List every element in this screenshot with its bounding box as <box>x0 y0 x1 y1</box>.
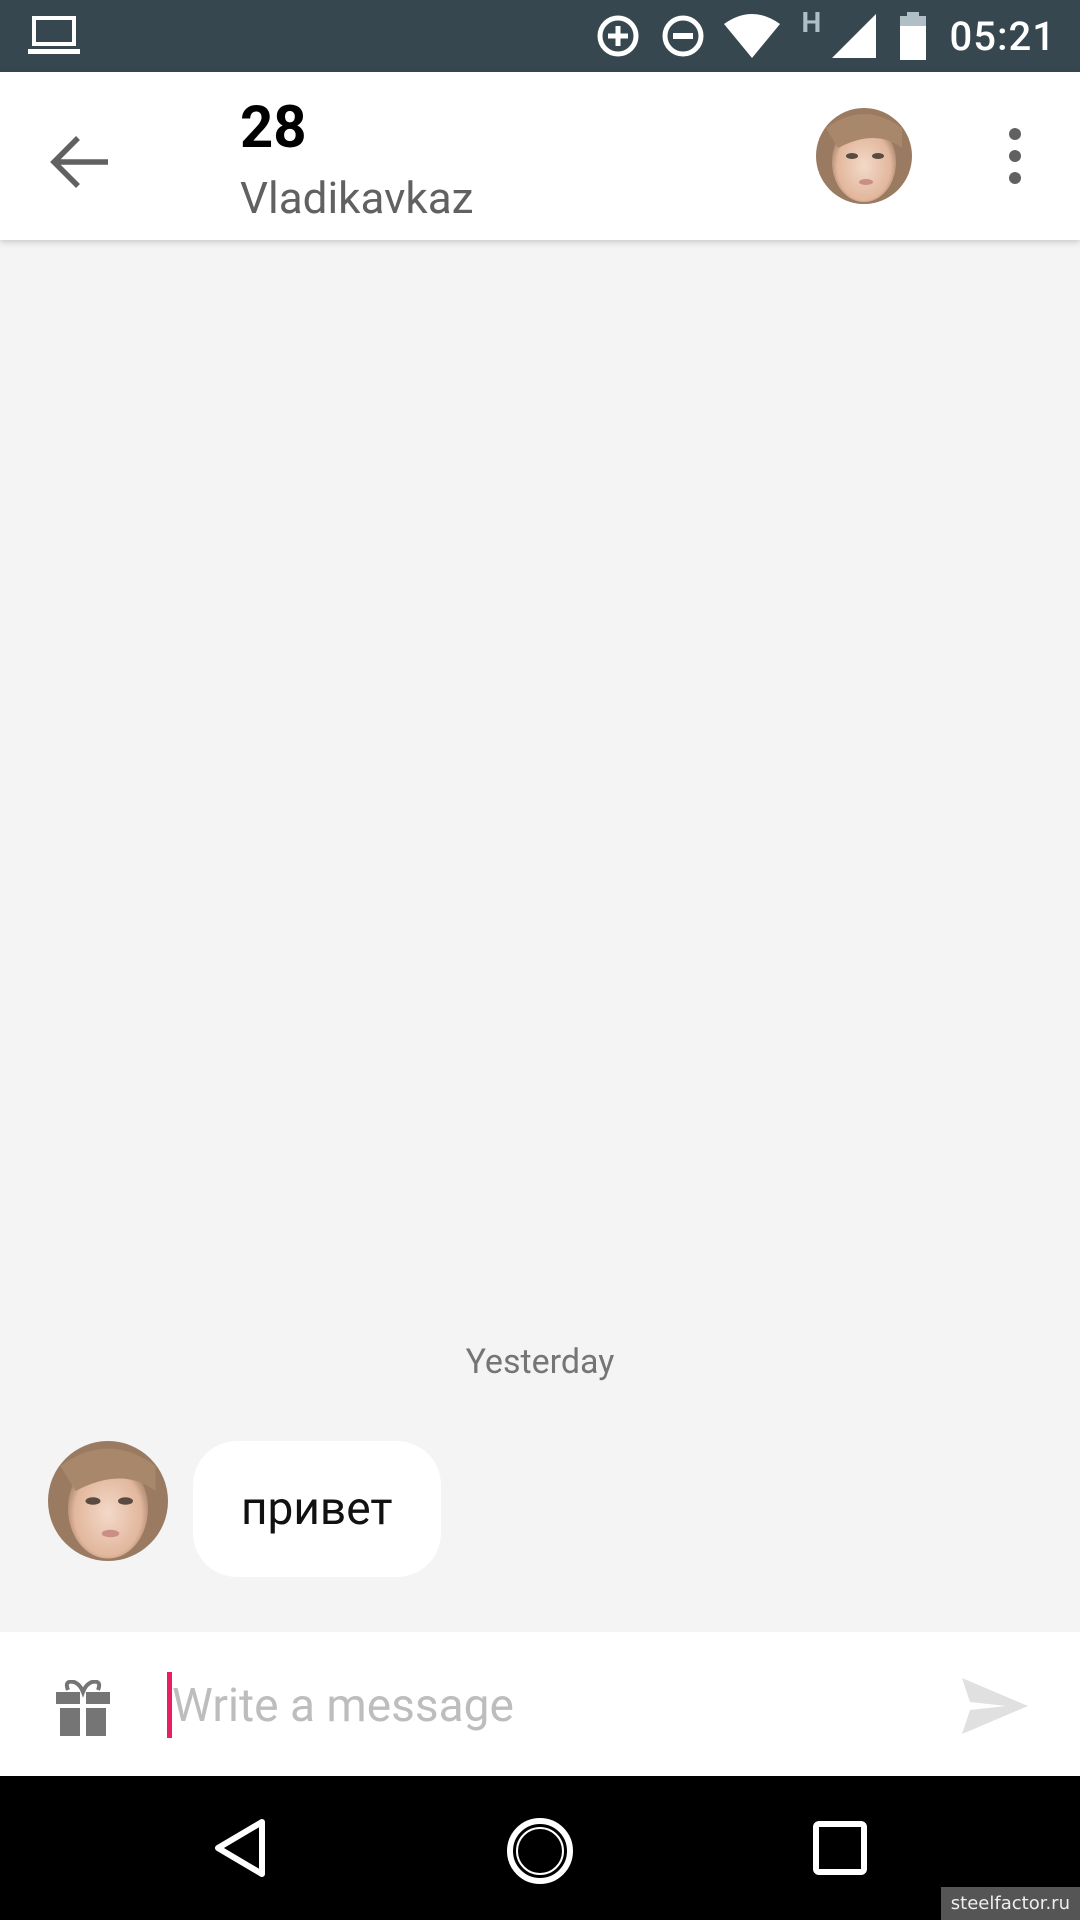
system-nav-bar <box>0 1776 1080 1920</box>
more-options-button[interactable] <box>990 126 1040 186</box>
message-composer <box>0 1632 1080 1776</box>
battery-icon <box>899 12 926 60</box>
wifi-icon <box>723 14 780 58</box>
send-icon <box>962 1678 1028 1734</box>
arrow-back-icon <box>50 136 108 188</box>
message-input[interactable] <box>170 1660 914 1752</box>
message-avatar[interactable] <box>48 1441 168 1561</box>
page-title: 28 <box>240 94 307 162</box>
send-button[interactable] <box>960 1676 1030 1736</box>
nav-recents-icon[interactable] <box>812 1820 868 1876</box>
back-button[interactable] <box>44 124 120 200</box>
h-network-icon: H <box>792 0 832 72</box>
data-saver-icon <box>597 15 639 57</box>
gift-icon <box>56 1679 110 1736</box>
page-subtitle: Vladikavkaz <box>240 172 474 224</box>
avatar[interactable] <box>816 108 912 204</box>
message-text: привет <box>241 1482 393 1536</box>
signal-icon <box>831 14 876 58</box>
network-type-label: H <box>801 6 822 39</box>
chat-header: 28 Vladikavkaz <box>0 72 1080 240</box>
more-vertical-icon <box>1009 128 1021 184</box>
date-divider: Yesterday <box>465 1342 615 1382</box>
gift-button[interactable] <box>54 1679 112 1736</box>
do-not-disturb-icon <box>662 15 704 57</box>
nav-back-icon[interactable] <box>210 1816 270 1880</box>
avatar-image <box>816 108 912 204</box>
status-time: 05:21 <box>949 12 1056 60</box>
avatar-image <box>48 1441 168 1561</box>
status-bar: H 05:21 <box>0 0 1080 72</box>
nav-home-icon[interactable] <box>505 1816 575 1886</box>
laptop-icon <box>28 16 80 54</box>
message-bubble[interactable]: привет <box>193 1441 441 1577</box>
watermark: steelfactor.ru <box>940 1887 1080 1920</box>
